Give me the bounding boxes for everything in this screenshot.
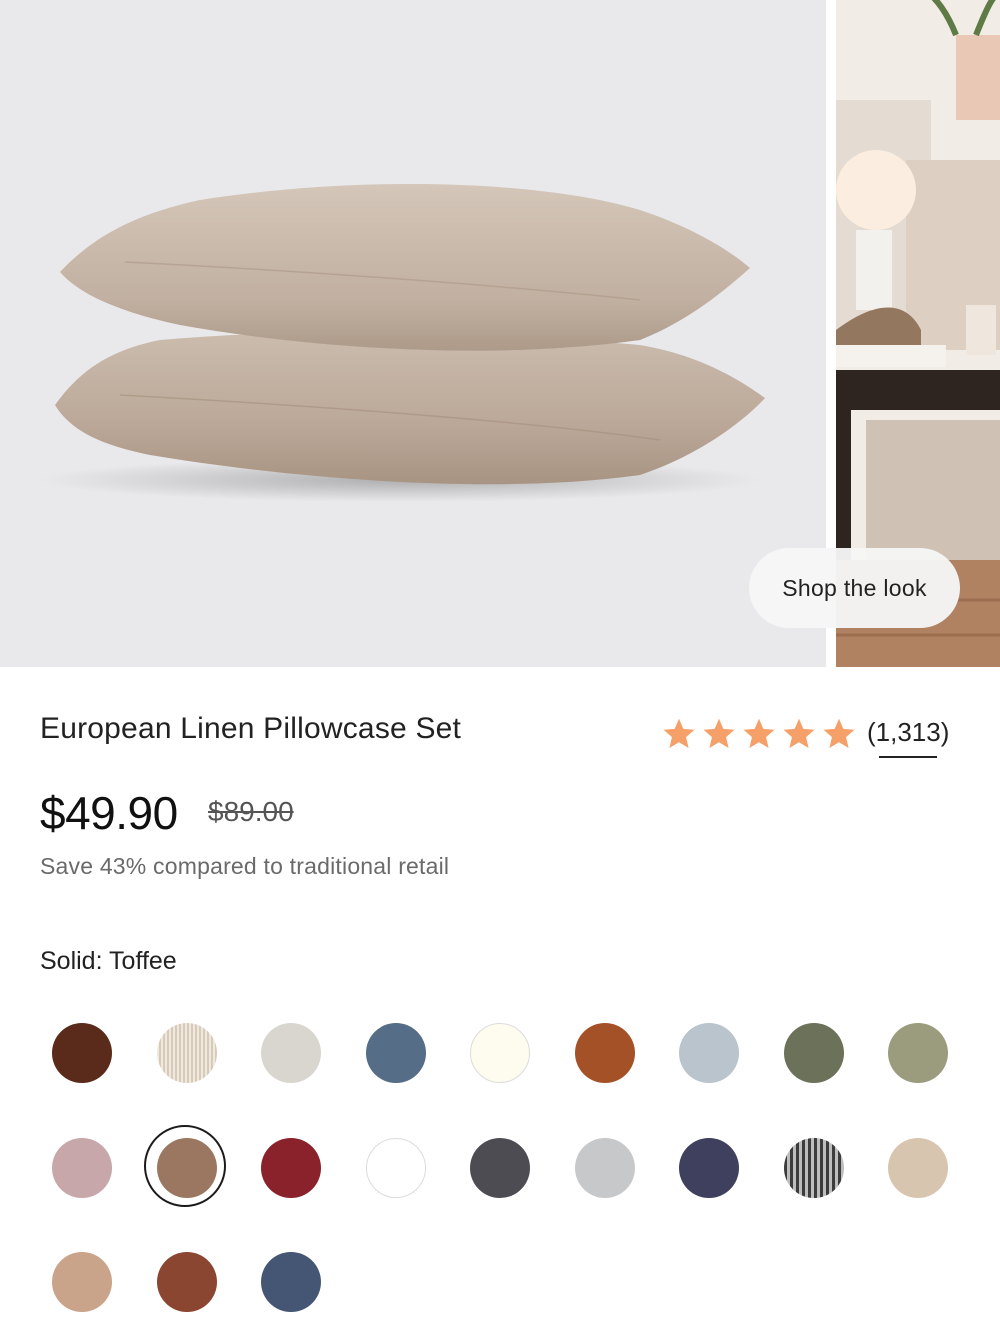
color-swatch[interactable]	[888, 1138, 948, 1198]
review-count-link[interactable]: (1,313)	[867, 717, 949, 758]
color-selection-label: Solid: Toffee	[40, 947, 177, 976]
star-icon	[783, 718, 815, 748]
color-swatch[interactable]	[679, 1023, 739, 1083]
color-swatch[interactable]	[157, 1252, 217, 1312]
color-swatch[interactable]	[261, 1252, 321, 1312]
color-label-value: Toffee	[109, 947, 177, 975]
color-swatch[interactable]	[157, 1023, 217, 1083]
sale-price: $49.90	[40, 787, 178, 839]
product-gallery[interactable]: Shop the look	[0, 0, 1000, 667]
pillow-illustration	[40, 183, 765, 502]
color-swatch[interactable]	[470, 1023, 530, 1083]
color-swatch[interactable]	[784, 1138, 844, 1198]
star-icon	[663, 718, 695, 748]
color-swatch[interactable]	[52, 1138, 112, 1198]
color-swatch[interactable]	[52, 1023, 112, 1083]
product-title: European Linen Pillowcase Set	[40, 712, 462, 745]
star-icon	[823, 718, 855, 748]
color-swatch[interactable]	[784, 1023, 844, 1083]
color-label-key: Solid:	[40, 947, 103, 975]
star-icon	[743, 718, 775, 748]
star-icon	[703, 718, 735, 748]
color-swatch[interactable]	[470, 1138, 530, 1198]
product-rating[interactable]: (1,313)	[661, 712, 949, 758]
savings-text: Save 43% compared to traditional retail	[40, 853, 450, 879]
shop-the-look-button[interactable]: Shop the look	[749, 548, 960, 628]
product-image-main[interactable]	[0, 0, 826, 667]
color-swatch[interactable]	[888, 1023, 948, 1083]
compare-at-price: $89.00	[208, 796, 294, 827]
color-swatch[interactable]	[144, 1125, 226, 1207]
color-swatch[interactable]	[575, 1023, 635, 1083]
color-swatch[interactable]	[261, 1138, 321, 1198]
color-swatch[interactable]	[52, 1252, 112, 1312]
color-swatch[interactable]	[261, 1023, 321, 1083]
color-swatch[interactable]	[575, 1138, 635, 1198]
color-swatch[interactable]	[679, 1138, 739, 1198]
color-swatch[interactable]	[366, 1138, 426, 1198]
rating-stars	[661, 716, 857, 752]
color-swatch[interactable]	[366, 1023, 426, 1083]
